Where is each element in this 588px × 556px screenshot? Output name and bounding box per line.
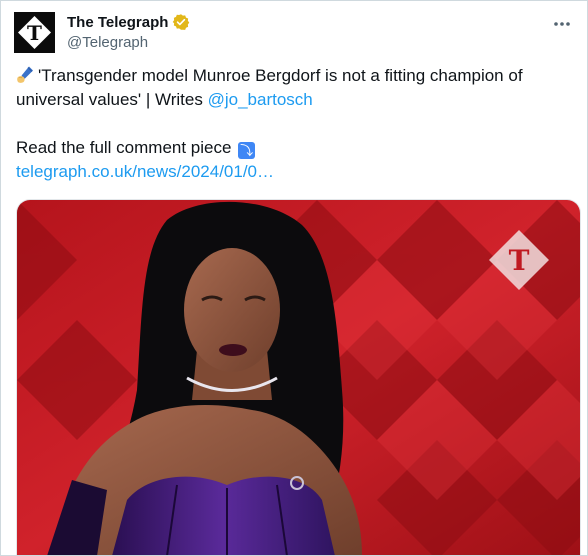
more-icon bbox=[554, 22, 570, 26]
mention-link[interactable]: @jo_bartosch bbox=[208, 90, 313, 109]
account-handle[interactable]: @Telegraph bbox=[67, 33, 190, 53]
media-photo: T bbox=[17, 200, 580, 555]
tweet-card[interactable]: T The Telegraph @Telegraph 'Transgender … bbox=[0, 0, 588, 556]
svg-text:T: T bbox=[509, 244, 530, 277]
more-options-button[interactable] bbox=[551, 13, 573, 35]
tweet-line-2: universal values' | Writes @jo_bartosch bbox=[16, 88, 576, 112]
display-name[interactable]: The Telegraph bbox=[67, 14, 168, 31]
verified-badge-icon bbox=[172, 13, 190, 31]
arrow-curving-down-icon: ⤵ bbox=[238, 142, 256, 159]
article-link[interactable]: telegraph.co.uk/news/2024/01/0… bbox=[16, 162, 274, 181]
tweet-line-4: telegraph.co.uk/news/2024/01/0… bbox=[16, 160, 576, 184]
svg-text:T: T bbox=[27, 21, 42, 45]
lips bbox=[219, 344, 247, 356]
account-avatar[interactable]: T bbox=[14, 12, 55, 53]
telegraph-logo-icon: T bbox=[14, 12, 55, 53]
tweet-media[interactable]: T bbox=[16, 199, 581, 555]
account-info[interactable]: The Telegraph @Telegraph bbox=[67, 11, 190, 53]
tweet-text: 'Transgender model Munroe Bergdorf is no… bbox=[16, 64, 576, 184]
writing-hand-icon bbox=[16, 65, 35, 84]
read-more-text: Read the full comment piece bbox=[16, 138, 232, 157]
tweet-text-line2: universal values' | Writes bbox=[16, 90, 208, 109]
purple-corset bbox=[112, 476, 335, 555]
tweet-text-line1: 'Transgender model Munroe Bergdorf is no… bbox=[38, 66, 523, 85]
tweet-line-1: 'Transgender model Munroe Bergdorf is no… bbox=[16, 64, 576, 88]
tweet-line-3: Read the full comment piece ⤵ bbox=[16, 136, 576, 160]
